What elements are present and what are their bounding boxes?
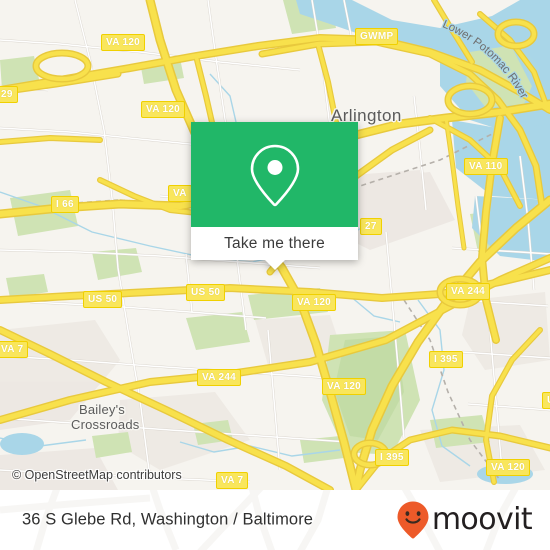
footer-bar: 36 S Glebe Rd, Washington / Baltimore mo… [0,490,550,550]
place-label-crossroads: Crossroads [71,417,140,432]
highway-shield: VA 120 [292,294,337,311]
osm-attribution[interactable]: © OpenStreetMap contributors [12,468,182,482]
highway-shield: VA 120 [486,459,531,476]
highway-shield: VA 244 [446,283,491,300]
highway-shield: 27 [360,218,382,235]
moovit-map-screen: Lower Potomac River Arlington Bailey's C… [0,0,550,550]
highway-shield: US 50 [186,284,226,301]
highway-shield: I 66 [51,196,79,213]
highway-shield: VA 244 [197,369,242,386]
highway-shield: GWMP [355,28,399,45]
popup-tail [264,260,285,270]
take-me-there-label: Take me there [224,234,325,252]
highway-shield: VA 7 [216,472,249,489]
popup-action-bar[interactable]: Take me there [191,227,358,270]
highway-shield: VA 120 [141,101,186,118]
place-label-baileys: Bailey's [79,402,125,417]
address-label: 36 S Glebe Rd, Washington / Baltimore [22,510,314,529]
highway-shield: VA 110 [464,158,508,175]
highway-shield: I 395 [429,351,463,368]
highway-shield: VA 7 [0,341,29,358]
moovit-wordmark: moovit [431,502,533,537]
highway-shield: U [542,392,550,409]
moovit-logo[interactable]: moovit [396,500,533,540]
highway-shield: VA 120 [101,34,146,51]
popup-pin-area [191,122,358,227]
highway-shield: US 50 [83,291,123,308]
moovit-pin-icon [397,501,429,539]
location-popup[interactable]: Take me there [191,122,358,270]
map-pin-icon [250,144,299,206]
map-canvas[interactable]: Lower Potomac River Arlington Bailey's C… [0,0,550,490]
highway-shield: I 395 [375,449,409,466]
highway-shield: VA 120 [322,378,367,395]
highway-shield: VA [168,185,192,202]
highway-shield: 29 [0,86,18,103]
